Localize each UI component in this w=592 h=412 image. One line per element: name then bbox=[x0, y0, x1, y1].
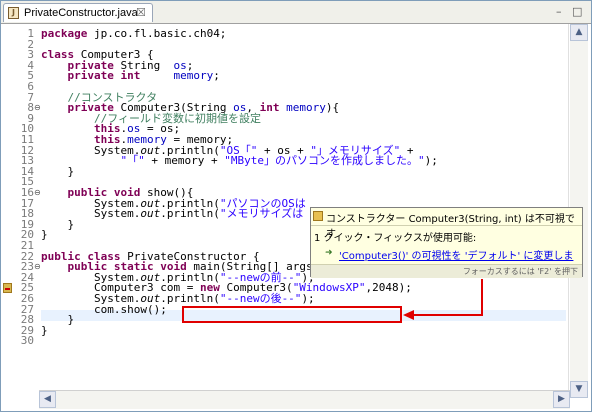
tab-title: PrivateConstructor.java bbox=[24, 7, 138, 19]
java-file-icon: J bbox=[8, 7, 19, 19]
arrow-shaft-vertical bbox=[481, 279, 483, 316]
fold-toggle-icon[interactable]: ⊖ bbox=[34, 103, 41, 114]
fold-toggle-icon[interactable]: ⊖ bbox=[34, 262, 41, 273]
code-line[interactable]: } bbox=[41, 166, 74, 178]
tab-private-constructor[interactable]: J PrivateConstructor.java ☒ bbox=[3, 3, 153, 22]
tab-bar: J PrivateConstructor.java ☒ – □ bbox=[1, 1, 591, 24]
scroll-up-icon[interactable]: ▲ bbox=[570, 24, 588, 41]
editor-window: J PrivateConstructor.java ☒ – □ 12345678… bbox=[0, 0, 592, 412]
minimize-icon[interactable]: – bbox=[556, 5, 562, 18]
popup-footer: フォーカスするには 'F2' を押下 bbox=[311, 264, 582, 278]
code-line[interactable]: System.out.println("メモリサイズは bbox=[41, 208, 303, 220]
popup-separator bbox=[311, 225, 582, 226]
arrow-shaft-horizontal bbox=[413, 314, 483, 316]
scroll-left-icon[interactable]: ◀ bbox=[39, 391, 56, 408]
maximize-icon[interactable]: □ bbox=[572, 5, 582, 18]
scroll-right-icon[interactable]: ▶ bbox=[553, 391, 570, 408]
quickfix-icon: ➜ bbox=[325, 248, 333, 258]
quickfix-count: 1 クイック・フィックスが使用可能: bbox=[314, 233, 477, 244]
code-line[interactable]: "「" + memory + "MByte」のパソコンを作成しました。"); bbox=[41, 155, 437, 167]
code-line[interactable]: private int memory; bbox=[41, 70, 220, 82]
horizontal-scrollbar[interactable]: ◀ ▶ bbox=[39, 390, 570, 409]
tab-close-icon[interactable]: ☒ bbox=[136, 6, 146, 19]
error-icon bbox=[313, 211, 323, 221]
error-highlight-box bbox=[182, 306, 402, 323]
popup-title-row: コンストラクター Computer3(String, int) は不可視です bbox=[313, 209, 580, 240]
code-line[interactable]: } bbox=[41, 325, 48, 337]
code-line[interactable]: } bbox=[41, 230, 48, 241]
code-line[interactable]: package jp.co.fl.basic.ch04; bbox=[41, 28, 226, 40]
error-lightbulb-icon[interactable] bbox=[3, 283, 12, 294]
quickfix-popup[interactable]: コンストラクター Computer3(String, int) は不可視です 1… bbox=[310, 207, 583, 278]
line-number: 30 bbox=[20, 334, 34, 348]
popup-footer-text: フォーカスするには 'F2' を押下 bbox=[462, 267, 578, 276]
line-number-gutter: 1 2 3 4 5 6 7 8 ⊖ 9 10 11 12 13 14 15 16 ⊖ 17 18 19 20 21 22 23 ⊖… bbox=[1, 24, 41, 398]
fold-toggle-icon[interactable]: ⊖ bbox=[34, 188, 41, 199]
scroll-down-icon[interactable]: ▼ bbox=[570, 381, 588, 398]
arrow-head-icon bbox=[403, 310, 414, 320]
